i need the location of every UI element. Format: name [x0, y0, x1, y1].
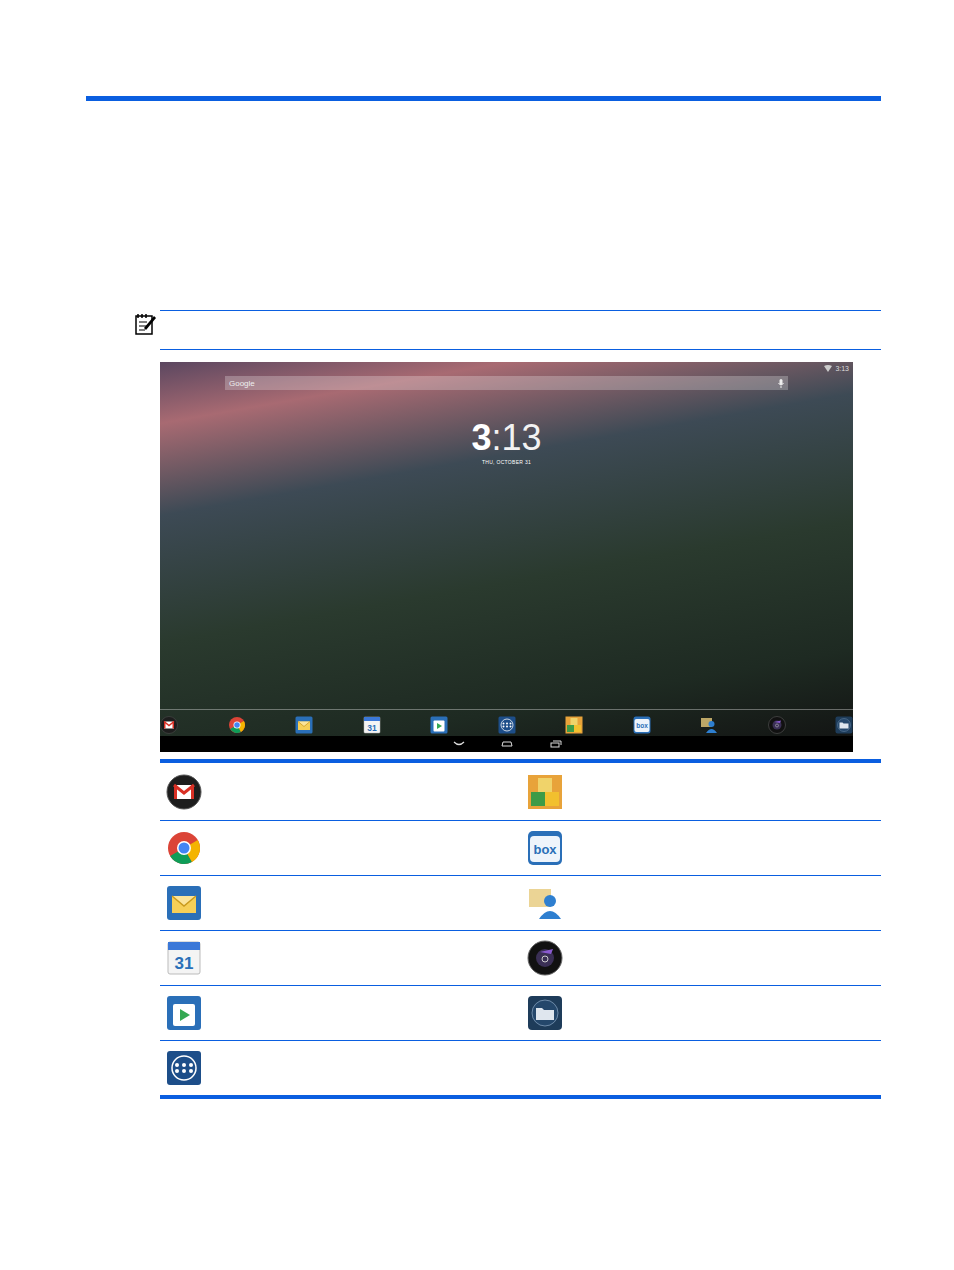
status-bar: 3:13: [160, 362, 853, 374]
status-time: 3:13: [835, 365, 849, 372]
people-icon[interactable]: [527, 885, 563, 921]
media-icon[interactable]: [527, 940, 563, 976]
email-icon[interactable]: [166, 885, 202, 921]
kingsoft-icon[interactable]: [527, 774, 563, 810]
table-cell: [520, 876, 881, 930]
note-icon: [134, 312, 158, 336]
table-cell: [160, 1041, 520, 1095]
play-icon[interactable]: [166, 995, 202, 1031]
recent-icon[interactable]: [548, 740, 562, 748]
table-row: 31: [160, 930, 881, 985]
chrome-icon[interactable]: [166, 830, 202, 866]
email-icon[interactable]: [295, 716, 313, 734]
table-row: [160, 985, 881, 1040]
clock-widget[interactable]: 3:13 THU, OCTOBER 31: [160, 420, 853, 465]
table-cell: box: [520, 821, 881, 875]
wifi-icon: [824, 365, 832, 372]
table-cell: [520, 931, 881, 985]
box-icon[interactable]: box: [633, 716, 651, 734]
note-box: [160, 310, 881, 350]
table-row: box: [160, 820, 881, 875]
play-icon[interactable]: [430, 716, 448, 734]
apps-icon[interactable]: [166, 1050, 202, 1086]
clock-date: THU, OCTOBER 31: [160, 459, 853, 465]
back-icon[interactable]: [452, 740, 466, 748]
apps-icon[interactable]: [498, 716, 516, 734]
table-cell: [160, 821, 520, 875]
top-rule: [86, 96, 881, 101]
table-cell: [520, 763, 881, 820]
media-icon[interactable]: [768, 716, 786, 734]
note: [134, 310, 881, 350]
calendar-icon[interactable]: 31: [166, 940, 202, 976]
kingsoft-icon[interactable]: [565, 716, 583, 734]
manual-page: 3:13 Google 3:13 THU, OCTOBER 31 31 box b…: [0, 0, 954, 1270]
table-cell: [160, 763, 520, 820]
icon-label: box: [533, 842, 557, 857]
icon-label: 31: [175, 954, 194, 973]
icon-label: 31: [367, 723, 377, 733]
table-cell: [160, 876, 520, 930]
table-cell: [520, 1041, 881, 1095]
chrome-icon[interactable]: [228, 716, 246, 734]
clock-time: 3:13: [160, 420, 853, 456]
table-row: [160, 1040, 881, 1095]
table-cell: [520, 986, 881, 1040]
table-cell: 31: [160, 931, 520, 985]
table-cell: [160, 986, 520, 1040]
icon-label: box: [636, 722, 648, 729]
gmail-icon[interactable]: [160, 716, 178, 734]
home-icon[interactable]: [500, 740, 514, 748]
gmail-icon[interactable]: [166, 774, 202, 810]
mic-icon[interactable]: [778, 379, 784, 388]
icon-table: box 31: [160, 759, 881, 1099]
nav-bar: [160, 736, 853, 752]
calendar-icon[interactable]: 31: [363, 716, 381, 734]
table-row: [160, 763, 881, 820]
table-row: [160, 875, 881, 930]
files-icon[interactable]: [835, 716, 853, 734]
search-placeholder: Google: [229, 379, 255, 388]
tablet-screenshot: 3:13 Google 3:13 THU, OCTOBER 31 31 box: [160, 362, 853, 752]
search-bar[interactable]: Google: [225, 376, 788, 390]
dock: 31 box: [160, 709, 853, 736]
box-icon[interactable]: box: [527, 830, 563, 866]
people-icon[interactable]: [700, 716, 718, 734]
files-icon[interactable]: [527, 995, 563, 1031]
